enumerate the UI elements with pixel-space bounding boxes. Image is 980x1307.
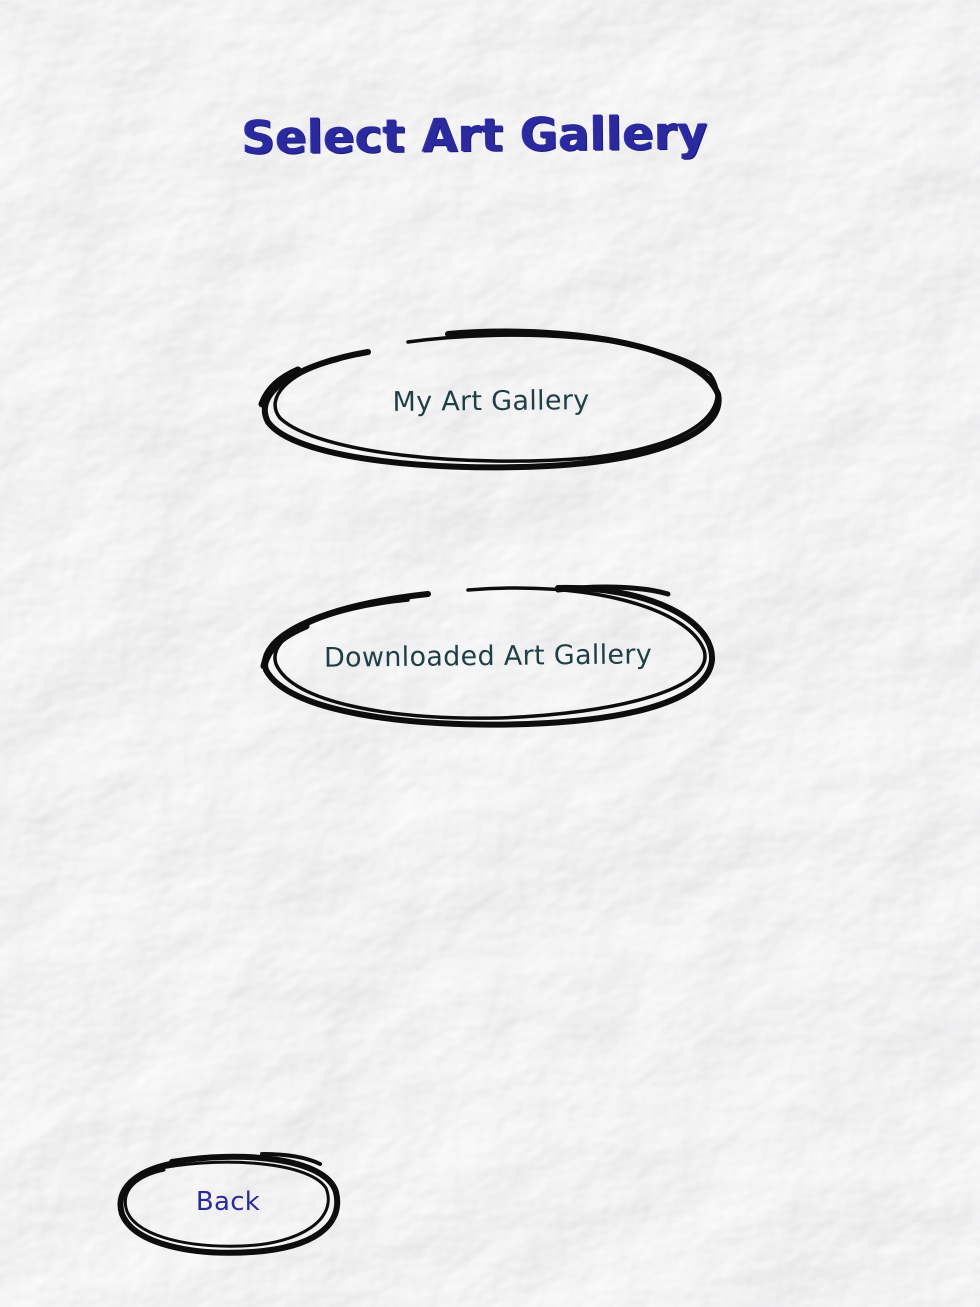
downloaded-art-gallery-button[interactable]: Downloaded Art Gallery bbox=[258, 580, 718, 728]
gallery-select-screen: Select Art Gallery My Art Gallery Downlo… bbox=[0, 0, 980, 1307]
back-button[interactable]: Back bbox=[112, 1148, 344, 1256]
back-label: Back bbox=[195, 1187, 261, 1217]
my-art-gallery-button[interactable]: My Art Gallery bbox=[258, 322, 724, 472]
downloaded-art-gallery-label: Downloaded Art Gallery bbox=[323, 638, 653, 674]
page-title: Select Art Gallery bbox=[241, 105, 709, 165]
my-art-gallery-label: My Art Gallery bbox=[392, 384, 590, 418]
